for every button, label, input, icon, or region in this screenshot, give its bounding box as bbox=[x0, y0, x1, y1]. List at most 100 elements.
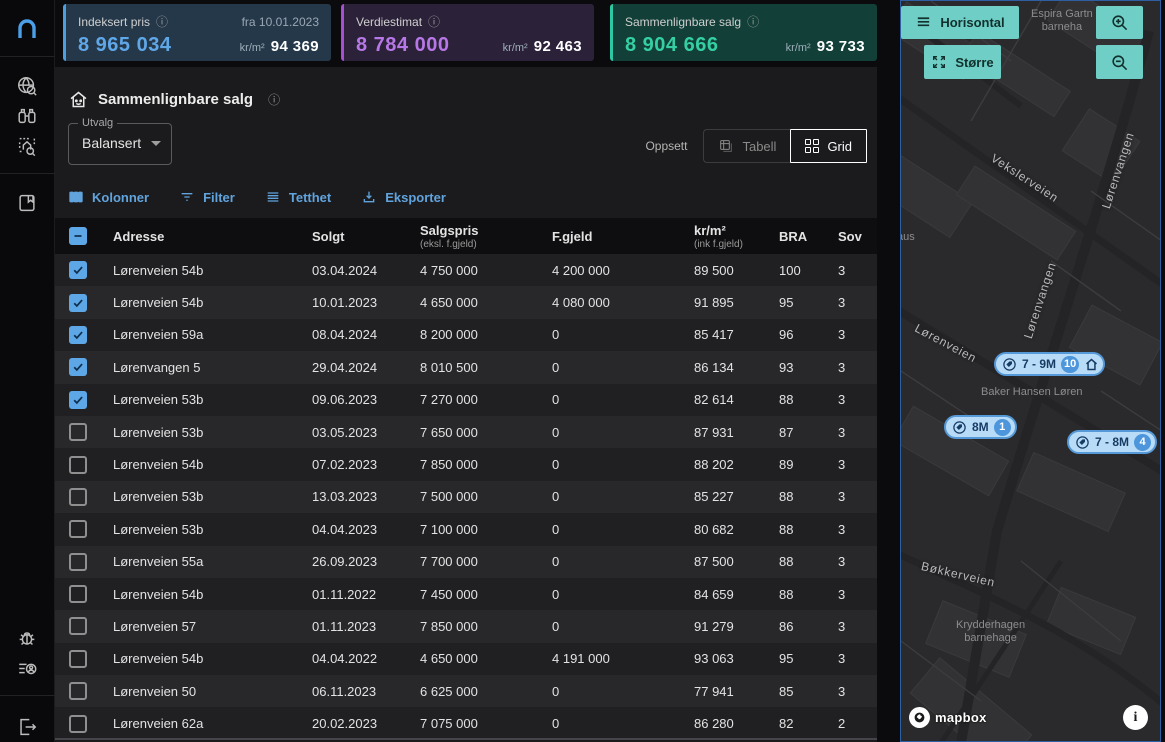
col-fgjeld[interactable]: F.gjeld bbox=[540, 229, 682, 244]
app-logo-icon[interactable] bbox=[8, 14, 46, 44]
cell-solgt: 09.06.2023 bbox=[300, 392, 408, 407]
table-row[interactable]: Lørenveien 55a26.09.20237 700 000087 500… bbox=[55, 546, 877, 578]
table-row[interactable]: Lørenveien 54b01.11.20227 450 000084 659… bbox=[55, 578, 877, 610]
map-cluster-marker[interactable]: 8M1 bbox=[944, 415, 1017, 439]
storre-label: Større bbox=[955, 55, 993, 70]
row-checkbox[interactable] bbox=[69, 391, 87, 409]
info-icon[interactable]: ⓘ bbox=[747, 15, 759, 29]
row-checkbox[interactable] bbox=[69, 488, 87, 506]
table-row[interactable]: Lørenveien 53b13.03.20237 500 000085 227… bbox=[55, 481, 877, 513]
explore-search-icon[interactable] bbox=[8, 71, 46, 101]
cell-bra: 86 bbox=[767, 619, 838, 634]
marker-count-badge: 4 bbox=[1134, 434, 1151, 451]
cell-sov: 3 bbox=[838, 392, 877, 407]
unit-value: 93 733 bbox=[817, 38, 865, 55]
logout-icon[interactable] bbox=[8, 712, 46, 742]
table-row[interactable]: Lørenveien 53b09.06.20237 270 000082 614… bbox=[55, 384, 877, 416]
cell-solgt: 04.04.2022 bbox=[300, 651, 408, 666]
storre-button[interactable]: Større bbox=[924, 45, 1001, 79]
table-row[interactable]: Lørenveien 54b10.01.20234 650 0004 080 0… bbox=[55, 286, 877, 318]
row-checkbox[interactable] bbox=[69, 520, 87, 538]
horisontal-button[interactable]: Horisontal bbox=[901, 6, 1019, 39]
table-row[interactable]: Lørenveien 62a20.02.20237 075 000086 280… bbox=[55, 707, 877, 739]
col-sov[interactable]: Sov bbox=[838, 229, 877, 244]
select-all-checkbox[interactable] bbox=[69, 227, 87, 245]
mapbox-icon bbox=[909, 707, 930, 728]
table-row[interactable]: Lørenveien 54b04.04.20224 650 0004 191 0… bbox=[55, 643, 877, 675]
utvalg-select[interactable]: Utvalg Balansert bbox=[68, 123, 172, 165]
oppsett-label: Oppsett bbox=[645, 139, 687, 153]
cell-adresse: Lørenveien 59a bbox=[101, 327, 300, 342]
view-tabell-button[interactable]: Tabell bbox=[703, 129, 790, 163]
map-panel[interactable]: VekslerveienLørenvangenLørenvangenLørenv… bbox=[900, 0, 1161, 742]
table-row[interactable]: Lørenveien 5701.11.20237 850 000091 2798… bbox=[55, 610, 877, 642]
tabell-label: Tabell bbox=[742, 139, 776, 154]
row-checkbox[interactable] bbox=[69, 423, 87, 441]
support-list-icon[interactable] bbox=[8, 653, 46, 683]
table-row[interactable]: Lørenveien 59a08.04.20248 200 000085 417… bbox=[55, 319, 877, 351]
cell-salgspris: 7 850 000 bbox=[408, 619, 540, 634]
info-icon[interactable]: ⓘ bbox=[428, 15, 440, 29]
row-checkbox[interactable] bbox=[69, 715, 87, 733]
zoom-in-icon bbox=[1110, 13, 1129, 32]
bookmark-icon[interactable] bbox=[8, 188, 46, 218]
row-checkbox[interactable] bbox=[69, 553, 87, 571]
table-row[interactable]: Lørenveien 53b04.04.20237 100 000080 682… bbox=[55, 513, 877, 545]
row-checkbox[interactable] bbox=[69, 261, 87, 279]
cell-fgjeld: 0 bbox=[540, 489, 682, 504]
density-icon bbox=[265, 189, 281, 205]
row-checkbox[interactable] bbox=[69, 326, 87, 344]
cell-krm2: 84 659 bbox=[682, 587, 767, 602]
divider bbox=[0, 173, 55, 174]
row-checkbox[interactable] bbox=[69, 456, 87, 474]
cell-krm2: 80 682 bbox=[682, 522, 767, 537]
col-solgt[interactable]: Solgt bbox=[300, 229, 408, 244]
grid-icon bbox=[805, 139, 819, 153]
table-row[interactable]: Lørenveien 53b03.05.20237 650 000087 931… bbox=[55, 416, 877, 448]
col-bra[interactable]: BRA bbox=[767, 229, 838, 244]
bug-icon[interactable] bbox=[8, 623, 46, 653]
row-checkbox[interactable] bbox=[69, 585, 87, 603]
table-row[interactable]: Lørenveien 54b03.04.20244 750 0004 200 0… bbox=[55, 254, 877, 286]
info-icon[interactable]: ⓘ bbox=[268, 91, 280, 108]
marker-price-label: 8M bbox=[972, 420, 989, 434]
binoculars-icon[interactable] bbox=[8, 101, 46, 131]
cell-krm2: 77 941 bbox=[682, 684, 767, 699]
col-salgspris[interactable]: Salgspris(eksl. f.gjeld) bbox=[408, 223, 540, 250]
stats-header: Indeksert prisⓘ fra 10.01.2023 8 965 034… bbox=[55, 0, 877, 67]
table-row[interactable]: Lørenvangen 529.04.20248 010 500086 1349… bbox=[55, 351, 877, 383]
row-checkbox[interactable] bbox=[69, 617, 87, 635]
cell-sov: 3 bbox=[838, 457, 877, 472]
map-cluster-marker[interactable]: 7 - 8M4 bbox=[1067, 430, 1157, 454]
map-cluster-marker[interactable]: 7 - 9M10 bbox=[994, 352, 1105, 376]
cell-krm2: 86 280 bbox=[682, 716, 767, 731]
cell-krm2: 93 063 bbox=[682, 651, 767, 666]
kolonner-button[interactable]: Kolonner bbox=[68, 189, 149, 205]
zoom-in-button[interactable] bbox=[1096, 6, 1143, 39]
cell-sov: 3 bbox=[838, 522, 877, 537]
map-attribution-info-icon[interactable]: i bbox=[1123, 705, 1148, 730]
view-grid-button[interactable]: Grid bbox=[790, 129, 867, 163]
cell-fgjeld: 4 080 000 bbox=[540, 295, 682, 310]
row-checkbox[interactable] bbox=[69, 294, 87, 312]
col-krm2[interactable]: kr/m²(ink f.gjeld) bbox=[682, 223, 767, 250]
row-checkbox[interactable] bbox=[69, 682, 87, 700]
mapbox-logo[interactable]: mapbox bbox=[909, 707, 987, 728]
row-checkbox[interactable] bbox=[69, 650, 87, 668]
info-icon[interactable]: ⓘ bbox=[156, 15, 168, 29]
col-adresse[interactable]: Adresse bbox=[101, 229, 300, 244]
tetthet-button[interactable]: Tetthet bbox=[265, 189, 331, 205]
table-row[interactable]: Lørenveien 54b07.02.20237 850 000088 202… bbox=[55, 448, 877, 480]
poi-label: Krydderhagenbarnehage bbox=[956, 619, 1025, 645]
cell-sov: 3 bbox=[838, 263, 877, 278]
house-scan-icon[interactable] bbox=[8, 131, 46, 161]
cell-fgjeld: 0 bbox=[540, 327, 682, 342]
row-checkbox[interactable] bbox=[69, 358, 87, 376]
cell-adresse: Lørenveien 54b bbox=[101, 651, 300, 666]
filter-button[interactable]: Filter bbox=[179, 189, 235, 205]
cell-krm2: 91 279 bbox=[682, 619, 767, 634]
eksporter-button[interactable]: Eksporter bbox=[361, 189, 446, 205]
table-row[interactable]: Lørenveien 5006.11.20236 625 000077 9418… bbox=[55, 675, 877, 707]
zoom-out-button[interactable] bbox=[1096, 45, 1143, 79]
cell-fgjeld: 0 bbox=[540, 522, 682, 537]
